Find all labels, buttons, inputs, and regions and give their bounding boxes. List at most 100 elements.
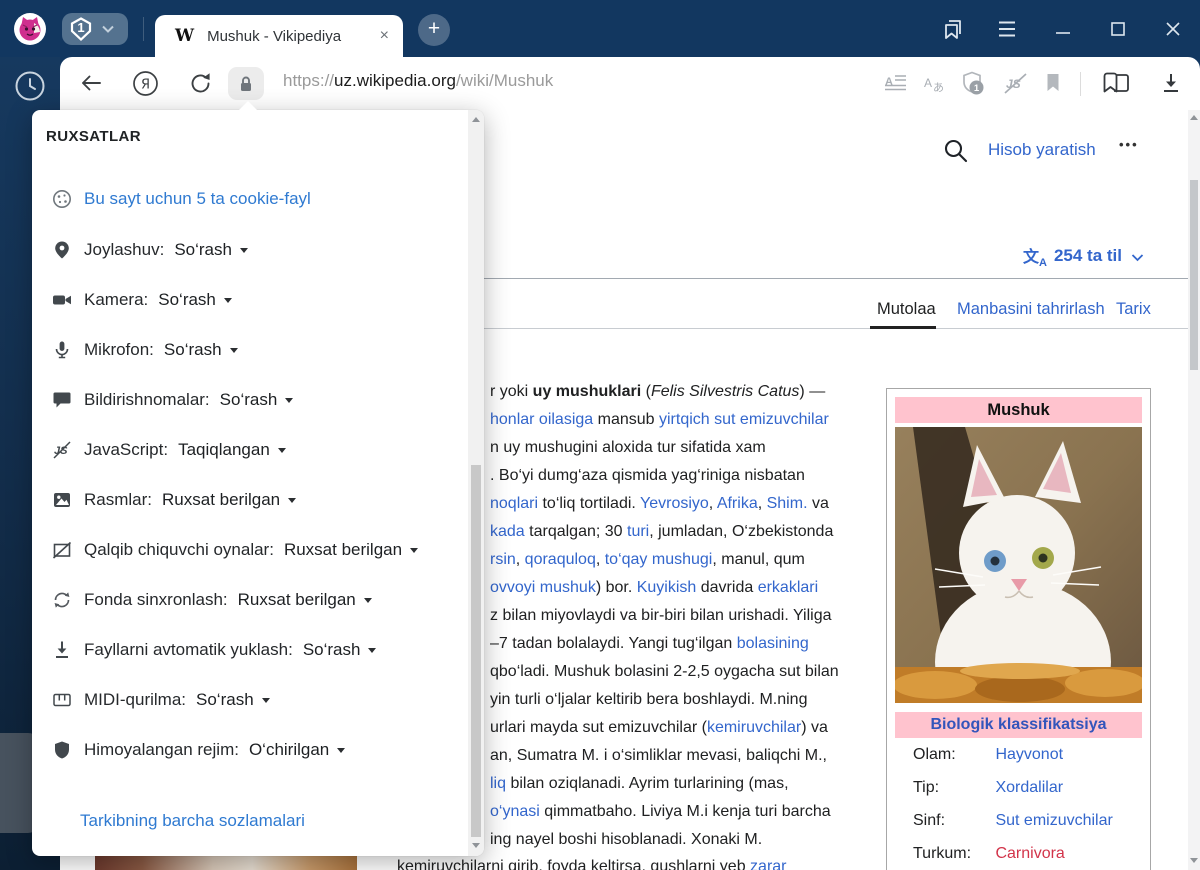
panel-scrollbar[interactable] [468, 110, 484, 856]
menu-icon[interactable] [996, 19, 1018, 39]
article-link[interactable]: o‘ynasi [490, 803, 540, 820]
scroll-down-icon[interactable] [1190, 858, 1198, 863]
history-clock-icon[interactable] [12, 68, 48, 104]
address-bar[interactable]: https://uz.wikipedia.org/wiki/Mushuk [283, 71, 553, 91]
article-link[interactable]: zarar [750, 858, 786, 870]
permission-value-dropdown[interactable]: So‘rash [196, 690, 254, 710]
javascript-disabled-icon[interactable]: JS [1003, 72, 1029, 96]
permission-row-microphone[interactable]: Mikrofon: So‘rash [52, 338, 238, 362]
tab-history[interactable]: Tarix [1116, 300, 1151, 319]
permission-label: MIDI-qurilma: [84, 690, 186, 710]
reader-mode-icon[interactable]: A [885, 73, 907, 93]
collections-icon[interactable] [1100, 70, 1134, 98]
permission-row-notifications[interactable]: Bildirishnomalar: So‘rash [52, 388, 293, 412]
refresh-icon[interactable] [187, 70, 214, 97]
tab-read[interactable]: Mutolaa [877, 300, 936, 319]
cookies-link[interactable]: Bu sayt uchun 5 ta cookie-fayl [84, 189, 311, 209]
browser-tab-mushuk[interactable]: W Mushuk - Vikipediya × [155, 15, 403, 57]
page-scrollbar[interactable] [1188, 110, 1200, 870]
article-link[interactable]: honlar oilasiga [490, 411, 593, 428]
article-link[interactable]: Yevrosiyo [640, 495, 709, 512]
article-link[interactable]: erkaklari [758, 579, 818, 596]
infobox-label: Olam: [913, 738, 991, 771]
infobox-row: Olam: Hayvonot [895, 738, 1142, 771]
permission-row-midi[interactable]: MIDI-qurilma: So‘rash [52, 688, 270, 712]
tab-group-counter[interactable]: 1 [62, 13, 128, 45]
article-link[interactable]: Shim. [767, 495, 808, 512]
chevron-down-icon[interactable] [101, 25, 115, 33]
profile-avatar[interactable] [14, 13, 46, 45]
article-link[interactable]: rsin [490, 551, 516, 568]
language-selector[interactable]: 文A 254 ta til [1023, 243, 1144, 269]
permission-value-dropdown[interactable]: So‘rash [174, 240, 232, 260]
kitten-photo[interactable] [895, 427, 1142, 703]
article-text: . Bo‘yi dumg‘aza qismida yag‘riniga nisb… [490, 467, 805, 484]
tab-close-icon[interactable]: × [380, 27, 389, 45]
permission-value-dropdown[interactable]: Ruxsat berilgan [238, 590, 356, 610]
permission-row-popups[interactable]: Qalqib chiquvchi oynalar: Ruxsat berilga… [52, 538, 418, 562]
article-link[interactable]: Afrika [717, 495, 758, 512]
permission-value-dropdown[interactable]: Taqiqlangan [178, 440, 270, 460]
new-tab-button[interactable]: + [418, 14, 450, 46]
permission-row-images[interactable]: Rasmlar: Ruxsat berilgan [52, 488, 296, 512]
bookmark-icon[interactable] [1044, 72, 1062, 94]
infobox-label: Tip: [913, 771, 991, 804]
tab-edit-source[interactable]: Manbasini tahrirlash [957, 300, 1105, 319]
permission-value-dropdown[interactable]: So‘rash [158, 290, 216, 310]
tab-title: Mushuk - Vikipediya [207, 28, 380, 45]
infobox-link[interactable]: Xordalilar [995, 779, 1063, 796]
site-permissions-lock-button[interactable] [228, 67, 264, 100]
article-link[interactable]: kada [490, 523, 525, 540]
article-link[interactable]: noqlari [490, 495, 538, 512]
article-link[interactable]: qoraquloq [525, 551, 596, 568]
scroll-down-icon[interactable] [472, 843, 480, 848]
article-link[interactable]: ovvoyi mushuk [490, 579, 596, 596]
back-icon[interactable] [78, 70, 104, 96]
search-icon[interactable] [943, 138, 969, 164]
caret-down-icon [288, 498, 296, 503]
permission-row-background-sync[interactable]: Fonda sinxronlash: Ruxsat berilgan [52, 588, 372, 612]
article-link[interactable]: yirtqich sut emizuvchilar [659, 411, 829, 428]
yandex-services-icon[interactable]: Я [132, 70, 159, 97]
more-menu-icon[interactable]: ••• [1119, 137, 1139, 152]
panel-scrollbar-thumb[interactable] [471, 465, 481, 837]
permission-row-auto-download[interactable]: Fayllarni avtomatik yuklash: So‘rash [52, 638, 376, 662]
svg-text:JS: JS [1006, 77, 1021, 91]
window-close-icon[interactable] [1163, 19, 1183, 39]
permission-value-dropdown[interactable]: So‘rash [220, 390, 278, 410]
permission-row-location[interactable]: Joylashuv: So‘rash [52, 238, 248, 262]
infobox-link[interactable]: Hayvonot [995, 746, 1063, 763]
bookmarks-panel-icon[interactable] [940, 17, 966, 43]
infobox-redlink[interactable]: Carnivora [995, 845, 1064, 862]
scroll-up-icon[interactable] [1190, 115, 1198, 120]
permission-value-dropdown[interactable]: Ruxsat berilgan [162, 490, 280, 510]
permission-value-dropdown[interactable]: O‘chirilgan [249, 740, 329, 760]
all-content-settings-link[interactable]: Tarkibning barcha sozlamalari [80, 811, 305, 831]
permission-value-dropdown[interactable]: So‘rash [164, 340, 222, 360]
svg-text:あ: あ [933, 81, 944, 94]
scroll-up-icon[interactable] [472, 117, 480, 122]
downloads-icon[interactable] [1160, 72, 1182, 94]
article-link[interactable]: kemiruvchilar [707, 719, 801, 736]
window-maximize-icon[interactable] [1108, 19, 1128, 39]
permission-row-camera[interactable]: Kamera: So‘rash [52, 288, 232, 312]
translate-icon[interactable]: A あ [923, 72, 947, 94]
auto-download-icon [52, 640, 72, 660]
article-link[interactable]: Kuyikish [637, 579, 697, 596]
article-link[interactable]: turi [627, 523, 649, 540]
infobox-link[interactable]: Sut emizuvchilar [995, 812, 1112, 829]
protect-shield-icon[interactable]: 1 [960, 70, 988, 98]
page-scrollbar-thumb[interactable] [1190, 180, 1198, 370]
permission-row-protected-mode[interactable]: Himoyalangan rejim: O‘chirilgan [52, 738, 345, 762]
create-account-link[interactable]: Hisob yaratish [988, 140, 1096, 160]
window-minimize-icon[interactable] [1053, 20, 1073, 38]
cookies-row[interactable]: Bu sayt uchun 5 ta cookie-fayl [52, 187, 311, 211]
permission-value-dropdown[interactable]: Ruxsat berilgan [284, 540, 402, 560]
permission-row-javascript[interactable]: JS JavaScript: Taqiqlangan [52, 438, 286, 462]
permission-value-dropdown[interactable]: So‘rash [303, 640, 361, 660]
article-link[interactable]: to‘qay mushugi [605, 551, 713, 568]
camera-icon [52, 290, 72, 310]
article-link[interactable]: liq [490, 775, 506, 792]
article-text-line: kemiruvchilarni qirib, foyda keltirsa, q… [397, 853, 957, 870]
article-link[interactable]: bolasining [737, 635, 809, 652]
